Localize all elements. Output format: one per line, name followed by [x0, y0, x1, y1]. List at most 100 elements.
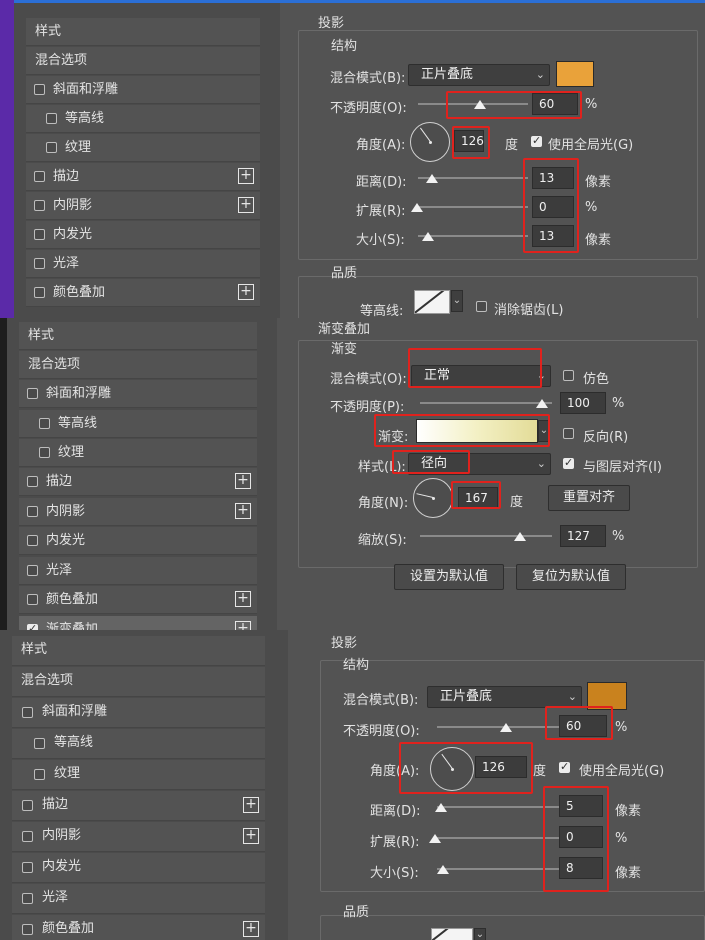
spread-input[interactable]: 0	[532, 196, 574, 218]
style-item-contour[interactable]: 等高线	[26, 105, 260, 133]
contour-dropdown-button[interactable]: ⌄	[451, 290, 463, 312]
distance-input[interactable]: 5	[559, 795, 603, 817]
color-overlay-checkbox[interactable]	[22, 924, 33, 935]
angle-input[interactable]: 167	[458, 487, 498, 509]
gradient-preview[interactable]	[416, 419, 538, 443]
style-item-bevel[interactable]: 斜面和浮雕	[12, 698, 265, 728]
inner-shadow-checkbox[interactable]	[22, 831, 33, 842]
add-inner-shadow-button[interactable]: +	[238, 197, 254, 213]
add-stroke-button[interactable]: +	[243, 797, 259, 813]
texture-checkbox[interactable]	[46, 142, 57, 153]
opacity-slider-thumb[interactable]	[474, 100, 486, 109]
size-slider-track[interactable]	[437, 868, 559, 870]
contour-dropdown-button[interactable]: ⌄	[474, 928, 486, 940]
angle-dial[interactable]	[410, 122, 450, 162]
stroke-checkbox[interactable]	[34, 171, 45, 182]
texture-checkbox[interactable]	[39, 447, 50, 458]
reverse-checkbox[interactable]	[563, 428, 574, 439]
reset-alignment-button[interactable]: 重置对齐	[548, 485, 630, 511]
contour-checkbox[interactable]	[34, 738, 45, 749]
satin-checkbox[interactable]	[34, 258, 45, 269]
add-color-overlay-button[interactable]: +	[235, 591, 251, 607]
style-item-contour[interactable]: 等高线	[12, 729, 265, 759]
contour-checkbox[interactable]	[39, 418, 50, 429]
stroke-checkbox[interactable]	[27, 476, 38, 487]
bevel-checkbox[interactable]	[22, 707, 33, 718]
add-color-overlay-button[interactable]: +	[238, 284, 254, 300]
distance-slider-thumb[interactable]	[426, 174, 438, 183]
scale-input[interactable]: 127	[560, 525, 606, 547]
style-item-contour[interactable]: 等高线	[19, 410, 257, 438]
style-item-stroke[interactable]: 描边 +	[26, 163, 260, 191]
style-item-bevel[interactable]: 斜面和浮雕	[19, 380, 257, 408]
style-item-texture[interactable]: 纹理	[19, 439, 257, 467]
style-item-inner-glow[interactable]: 内发光	[26, 221, 260, 249]
opacity-slider-track[interactable]	[420, 402, 552, 404]
color-overlay-checkbox[interactable]	[34, 287, 45, 298]
blend-options-item[interactable]: 混合选项	[19, 351, 257, 379]
gradient-dropdown-button[interactable]: ⌄	[538, 420, 550, 442]
inner-shadow-checkbox[interactable]	[27, 506, 38, 517]
blend-options-item[interactable]: 混合选项	[12, 667, 265, 697]
spread-input[interactable]: 0	[559, 826, 603, 848]
blend-mode-select[interactable]: 正常 ⌄	[411, 365, 551, 387]
global-light-checkbox[interactable]	[531, 134, 542, 148]
size-slider-thumb[interactable]	[422, 232, 434, 241]
distance-slider-track[interactable]	[437, 806, 559, 808]
gradient-style-select[interactable]: 径向 ⌄	[408, 453, 551, 475]
size-slider-thumb[interactable]	[437, 865, 449, 874]
stroke-checkbox[interactable]	[22, 800, 33, 811]
global-light-checkbox[interactable]	[559, 760, 570, 774]
add-inner-shadow-button[interactable]: +	[235, 503, 251, 519]
angle-input[interactable]: 126	[454, 130, 484, 152]
style-item-color-overlay[interactable]: 颜色叠加 +	[19, 586, 257, 614]
add-stroke-button[interactable]: +	[238, 168, 254, 184]
contour-preview[interactable]	[431, 928, 473, 940]
style-item-satin[interactable]: 光泽	[12, 884, 265, 914]
blend-options-item[interactable]: 混合选项	[26, 47, 260, 75]
add-gradient-overlay-button[interactable]: +	[235, 621, 251, 630]
style-item-satin[interactable]: 光泽	[26, 250, 260, 278]
dither-checkbox[interactable]	[563, 370, 574, 381]
style-item-inner-shadow[interactable]: 内阴影 +	[26, 192, 260, 220]
style-item-texture[interactable]: 纹理	[26, 134, 260, 162]
add-color-overlay-button[interactable]: +	[243, 921, 259, 937]
style-item-texture[interactable]: 纹理	[12, 760, 265, 790]
opacity-input[interactable]: 60	[559, 715, 607, 737]
blend-mode-select[interactable]: 正片叠底 ⌄	[427, 686, 582, 708]
bevel-checkbox[interactable]	[34, 84, 45, 95]
spread-slider-thumb[interactable]	[429, 834, 441, 843]
angle-dial[interactable]	[413, 478, 453, 518]
inner-glow-checkbox[interactable]	[22, 862, 33, 873]
inner-shadow-checkbox[interactable]	[34, 200, 45, 211]
opacity-slider-thumb[interactable]	[500, 723, 512, 732]
shadow-color-swatch[interactable]	[587, 682, 627, 710]
style-item-inner-glow[interactable]: 内发光	[19, 527, 257, 555]
contour-preview[interactable]	[414, 290, 450, 314]
reset-to-default-button[interactable]: 复位为默认值	[516, 564, 626, 590]
style-item-inner-shadow[interactable]: 内阴影 +	[12, 822, 265, 852]
distance-input[interactable]: 13	[532, 167, 574, 189]
satin-checkbox[interactable]	[27, 565, 38, 576]
style-item-color-overlay[interactable]: 颜色叠加 +	[12, 915, 265, 940]
contour-checkbox[interactable]	[46, 113, 57, 124]
opacity-slider-thumb[interactable]	[536, 399, 548, 408]
bevel-checkbox[interactable]	[27, 388, 38, 399]
style-item-color-overlay[interactable]: 颜色叠加 +	[26, 279, 260, 307]
style-item-inner-shadow[interactable]: 内阴影 +	[19, 498, 257, 526]
style-item-satin[interactable]: 光泽	[19, 557, 257, 585]
color-overlay-checkbox[interactable]	[27, 594, 38, 605]
set-as-default-button[interactable]: 设置为默认值	[394, 564, 504, 590]
size-slider-track[interactable]	[418, 235, 528, 237]
size-input[interactable]: 8	[559, 857, 603, 879]
scale-slider-thumb[interactable]	[514, 532, 526, 541]
opacity-slider-track[interactable]	[437, 726, 559, 728]
align-with-layer-checkbox[interactable]	[563, 456, 574, 470]
size-input[interactable]: 13	[532, 225, 574, 247]
style-item-bevel[interactable]: 斜面和浮雕	[26, 76, 260, 104]
blend-mode-select[interactable]: 正片叠底 ⌄	[408, 64, 550, 86]
inner-glow-checkbox[interactable]	[27, 535, 38, 546]
anti-alias-checkbox[interactable]	[476, 301, 487, 312]
style-item-stroke[interactable]: 描边 +	[12, 791, 265, 821]
add-stroke-button[interactable]: +	[235, 473, 251, 489]
